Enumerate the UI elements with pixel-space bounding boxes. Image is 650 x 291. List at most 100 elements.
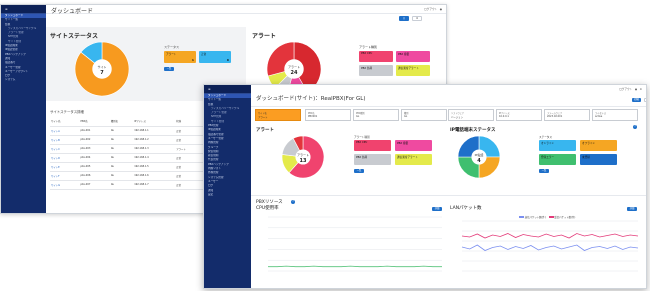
site-info-value: バージョン xyxy=(451,116,463,119)
table-cell: 正常 xyxy=(175,162,205,172)
site-status-label: ステータス xyxy=(164,45,180,49)
help-icon[interactable]: ? xyxy=(633,125,637,129)
alert-donut-front: アラート13 xyxy=(281,135,325,179)
front-menu-item[interactable]: 設定 xyxy=(204,193,251,197)
back-menu-item[interactable]: システム xyxy=(1,78,46,82)
user-menu-front[interactable]: ログアウト ● ⚙ xyxy=(619,87,642,91)
alert-tile-label: PBX CPU xyxy=(356,141,368,144)
site-info-box: ソフトウェア バージョン xyxy=(448,109,494,121)
table-cell[interactable]: サイトB xyxy=(50,135,80,145)
site-status-detail-title: サイトステータス詳細 xyxy=(50,110,84,114)
cpu-usage-title: CPU使用率 xyxy=(256,206,279,211)
settings-button[interactable]: ⚙ xyxy=(412,16,422,21)
print-button-front[interactable]: 印刷 xyxy=(632,98,641,102)
sidebar-back: ≡ ダッシュボード サイト一覧 監視 ディスカバリーサイクル アラート管理 NTP管理 サイ… xyxy=(1,5,46,213)
table-cell: IPアドレス xyxy=(133,117,176,127)
table-cell: 192.168.1.4 xyxy=(133,153,176,163)
site-status-tile-label: アラート xyxy=(166,53,177,56)
table-cell: GL xyxy=(109,180,134,190)
resource-help-icon[interactable]: ? xyxy=(291,200,295,204)
table-cell: GL xyxy=(109,153,134,163)
ipphone-tile[interactable]: 未登録 xyxy=(580,154,617,165)
table-cell: 192.168.1.1 xyxy=(133,126,176,136)
user-menu[interactable]: ログアウト ● xyxy=(424,7,442,11)
back-alert-tile-label: PBX 容量 xyxy=(398,53,410,56)
print-button[interactable]: ⎙ xyxy=(399,16,409,21)
ipphone-tile-label: 未登録 xyxy=(582,156,590,159)
table-cell[interactable]: サイトC xyxy=(50,144,80,154)
lan-detail-button[interactable]: 詳細 xyxy=(627,207,637,211)
site-info-value: 2023.02.001 xyxy=(547,115,563,118)
back-alert-center-label: アラート xyxy=(288,64,300,69)
site-status-tile[interactable]: 正常 6 xyxy=(199,51,231,63)
refresh-button-front[interactable]: ⟳ xyxy=(644,98,646,102)
site-status-tile-count: 1 xyxy=(191,58,194,62)
table-cell: pbx-004 xyxy=(79,153,110,163)
sidebar-logo-front: ≡ xyxy=(204,85,251,94)
site-status-center-label: サイト xyxy=(97,64,106,69)
back-alert-tile-label: PBX 負荷 xyxy=(361,67,373,70)
table-cell: GL xyxy=(109,171,134,181)
ipphone-list-button[interactable]: 一覧 xyxy=(539,169,549,173)
alert-tile[interactable]: PBX CPU xyxy=(354,140,391,151)
cpu-usage-chart xyxy=(268,216,442,272)
site-status-list-button[interactable]: 一覧 xyxy=(164,67,174,71)
table-cell: 正常 xyxy=(175,180,205,190)
back-alert-tile-label: PBX CPU xyxy=(361,52,373,55)
back-alert-tile[interactable]: PBX 負荷 xyxy=(359,65,393,76)
site-status-tile[interactable]: アラート 1 xyxy=(164,51,196,63)
legend-swatch-recv xyxy=(548,216,554,218)
table-cell[interactable]: サイトF xyxy=(50,171,80,181)
ipphone-tile[interactable]: 登録エラー xyxy=(539,154,576,165)
table-cell: 状態 xyxy=(175,117,205,127)
ipphone-tile-label: オフライン xyxy=(582,142,595,145)
table-cell: 正常 xyxy=(175,126,205,136)
back-alert-tile-label: 通信異常アラート xyxy=(398,67,419,70)
site-info-box: サイト名 アラート xyxy=(255,109,301,121)
dashboard-window-front: ≡ ダッシュボード サイト一覧 監視 ディスカバリーサイクル アラート管理 NTP管理 サイ… xyxy=(203,84,647,289)
site-info-value: active xyxy=(595,115,603,118)
back-alert-tile[interactable]: 通信異常アラート xyxy=(396,65,430,76)
main-front: ダッシュボード(サイト)：RealPBX(For GL) ログアウト ● ⚙ 印… xyxy=(251,85,646,288)
alert-title-front: アラート xyxy=(256,128,274,133)
back-alert-tile[interactable]: PBX CPU xyxy=(359,51,393,62)
sidebar-logo: ≡ xyxy=(1,5,46,14)
ipphone-center-label: IP電話 xyxy=(475,152,484,157)
table-cell: 正常 xyxy=(175,153,205,163)
alert-tile[interactable]: PBX 負荷 xyxy=(354,154,391,165)
cpu-series-line xyxy=(268,265,442,268)
ipphone-status-label: ステータス xyxy=(539,136,552,139)
table-cell: 正常 xyxy=(175,171,205,181)
back-alert-tile[interactable]: PBX 容量 xyxy=(396,51,430,62)
table-cell: GL xyxy=(109,144,134,154)
table-cell[interactable]: サイトG xyxy=(50,180,80,190)
table-cell[interactable]: サイトA xyxy=(50,126,80,136)
ipphone-center-count: 4 xyxy=(477,158,481,164)
table-cell: 192.168.1.5 xyxy=(133,162,176,172)
table-cell: PBX名 xyxy=(79,117,110,127)
site-status-donut: サイト7 xyxy=(74,41,130,97)
page-title-back: ダッシュボード xyxy=(51,8,94,15)
page-title-front: ダッシュボード(サイト)：RealPBX(For GL) xyxy=(256,96,366,102)
table-cell[interactable]: サイトD xyxy=(50,153,80,163)
legend-swatch-send xyxy=(519,216,524,218)
alert-tile[interactable]: PBX 容量 xyxy=(395,140,432,151)
ipphone-tile[interactable]: オフライン xyxy=(580,140,617,151)
table-cell[interactable]: サイトE xyxy=(50,162,80,172)
table-cell: 192.168.1.6 xyxy=(133,171,176,181)
site-info-box: 種別 GL xyxy=(401,109,447,121)
alert-list-button-front[interactable]: 一覧 xyxy=(354,169,364,173)
ipphone-tile[interactable]: オンライン xyxy=(539,140,576,151)
table-cell: サイト名 xyxy=(50,117,80,127)
table-cell: GL xyxy=(109,135,134,145)
table-cell: pbx-003 xyxy=(79,144,110,154)
lan-packet-title: LANパケット数 xyxy=(450,206,482,211)
ipphone-donut: IP電話4 xyxy=(457,135,501,179)
lan-packet-chart xyxy=(461,220,639,272)
cpu-detail-button[interactable]: 詳細 xyxy=(432,207,442,211)
table-cell: pbx-005 xyxy=(79,162,110,172)
alert-tile[interactable]: 通信異常アラート xyxy=(395,154,432,165)
table-cell: アラート xyxy=(175,144,205,154)
front-alert-center-count: 13 xyxy=(300,158,307,164)
site-status-center-count: 7 xyxy=(100,70,104,76)
